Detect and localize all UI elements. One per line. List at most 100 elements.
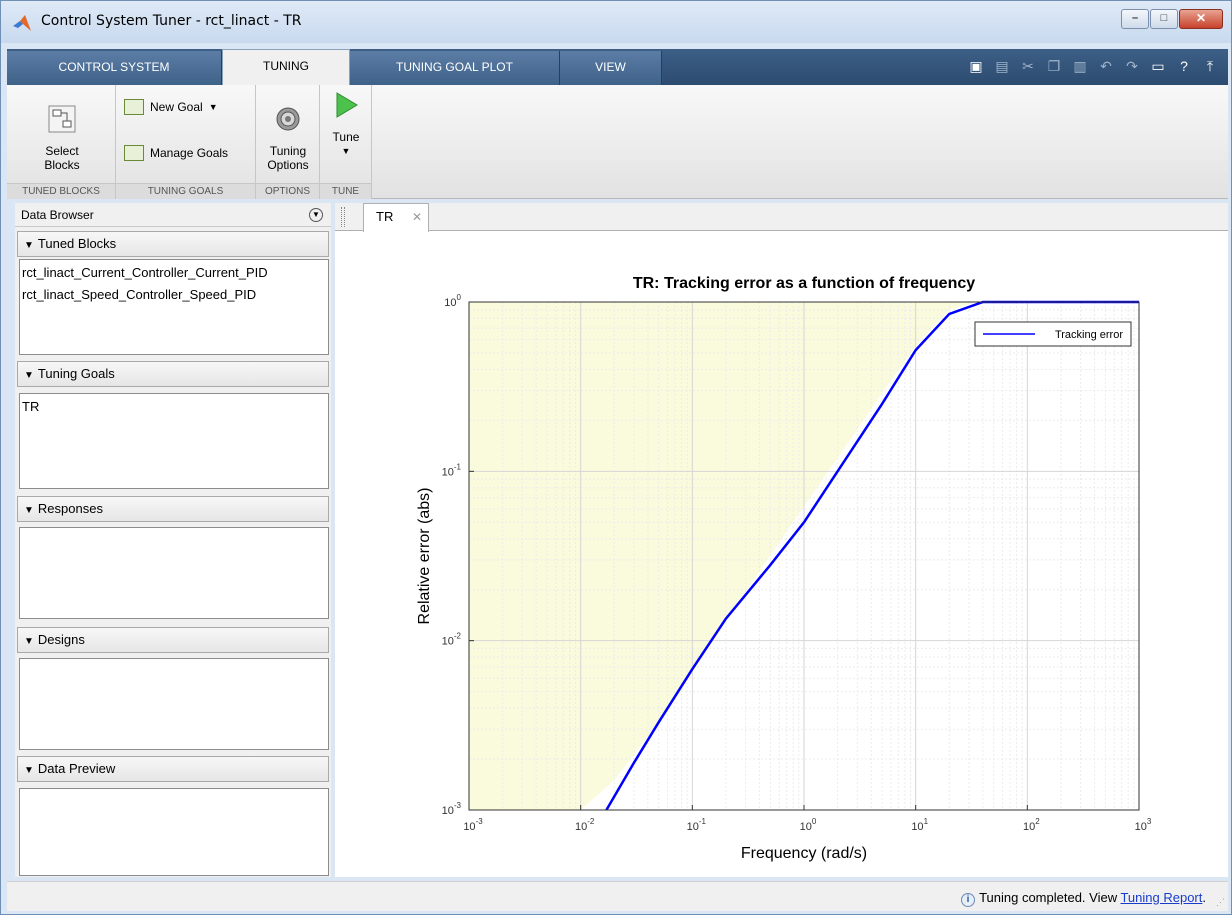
legend-label: Tracking error — [1055, 329, 1123, 341]
new-goal-label: New Goal — [150, 100, 203, 114]
panel-menu-icon[interactable]: ▼ — [309, 208, 323, 222]
close-button[interactable]: ✕ — [1179, 9, 1223, 29]
paste-button[interactable]: ▥ — [1070, 55, 1090, 77]
matlab-logo-icon — [13, 15, 31, 31]
info-icon: i — [961, 893, 976, 907]
new-goal-button[interactable]: New Goal ▼ — [124, 95, 218, 119]
tune-section-label: TUNE — [320, 183, 371, 199]
collapse-icon: ⤒ — [1206, 58, 1214, 74]
drag-grip-icon[interactable] — [341, 207, 345, 227]
window-title: Control System Tuner - rct_linact - TR — [41, 13, 302, 29]
minimize-button[interactable]: – — [1121, 9, 1149, 29]
redo-icon: ↷ — [1126, 58, 1138, 74]
ribbon-section-tuned-blocks: Select Blocks TUNED BLOCKS — [7, 85, 116, 199]
tune-button[interactable]: Tune ▼ — [324, 91, 368, 158]
tuning-goals-header[interactable]: ▼ Tuning Goals — [17, 361, 329, 387]
x-tick-label: 10-2 — [575, 817, 595, 833]
x-tick-label: 103 — [1135, 817, 1152, 833]
gear-icon — [276, 107, 300, 131]
expand-triangle-icon: ▼ — [24, 370, 34, 381]
designs-header[interactable]: ▼ Designs — [17, 627, 329, 653]
close-tab-icon[interactable]: ✕ — [412, 204, 422, 230]
ribbon-section-tuning-goals: New Goal ▼ Manage Goals TUNING GOALS — [116, 85, 256, 199]
responses-label: Responses — [37, 501, 103, 516]
select-blocks-icon — [48, 105, 76, 133]
close-icon: ✕ — [1195, 11, 1207, 25]
window-layout-button[interactable]: ▭ — [1148, 55, 1168, 77]
data-browser-title: Data Browser — [21, 208, 94, 222]
quick-access-toolbar: ▣ ▤ ✂ ❐ ▥ ↶ ↷ ▭ ? ⤒ — [966, 55, 1220, 77]
data-preview-label: Data Preview — [37, 761, 116, 776]
responses-header[interactable]: ▼ Responses — [17, 496, 329, 522]
expand-triangle-icon: ▼ — [24, 765, 34, 776]
y-tick-label: 100 — [444, 293, 461, 309]
y-tick-label: 10-2 — [442, 632, 462, 648]
y-tick-label: 10-3 — [442, 801, 462, 817]
tune-label: Tune — [332, 130, 360, 144]
tuned-blocks-header[interactable]: ▼ Tuned Blocks — [17, 231, 329, 257]
redo-button[interactable]: ↷ — [1122, 55, 1142, 77]
tuning-goals-label: Tuning Goals — [37, 366, 115, 381]
list-item[interactable]: rct_linact_Current_Controller_Current_PI… — [22, 262, 326, 284]
tuning-options-button[interactable]: Tuning Options — [260, 91, 316, 172]
new-session-icon: ▣ — [969, 58, 983, 74]
tuned-blocks-label: Tuned Blocks — [37, 236, 117, 251]
expand-triangle-icon: ▼ — [24, 505, 34, 516]
data-browser-panel: Data Browser ▼ ▼ Tuned Blocks rct_linact_… — [15, 203, 331, 877]
new-session-button[interactable]: ▣ — [966, 55, 986, 77]
designs-label: Designs — [37, 632, 85, 647]
ribbon: Select Blocks TUNED BLOCKS New Goal ▼ Ma… — [7, 85, 1228, 199]
maximize-button[interactable]: □ — [1150, 9, 1178, 29]
undo-icon: ↶ — [1100, 58, 1112, 74]
manage-goals-label: Manage Goals — [150, 146, 229, 160]
document-tab-strip: TR ✕ — [335, 203, 1228, 232]
tab-view[interactable]: VIEW — [560, 51, 662, 85]
new-goal-icon — [124, 99, 144, 115]
collapse-ribbon-button[interactable]: ⤒ — [1200, 55, 1220, 77]
chart-title: TR: Tracking error as a function of freq… — [633, 275, 975, 292]
tab-tuning-goal-plot[interactable]: TUNING GOAL PLOT — [350, 51, 560, 85]
expand-triangle-icon: ▼ — [24, 240, 34, 251]
tune-dropdown-icon: ▼ — [341, 146, 351, 156]
save-button[interactable]: ▤ — [992, 55, 1012, 77]
designs-list — [19, 658, 329, 750]
status-message: i Tuning completed. View Tuning Report. — [961, 890, 1206, 907]
x-tick-label: 10-1 — [687, 817, 707, 833]
responses-list — [19, 527, 329, 619]
data-preview-header[interactable]: ▼ Data Preview — [17, 756, 329, 782]
save-icon: ▤ — [995, 58, 1009, 74]
select-blocks-button[interactable]: Select Blocks — [17, 91, 107, 172]
select-blocks-label: Select Blocks — [44, 144, 80, 172]
y-axis-label: Relative error (abs) — [416, 488, 433, 625]
ribbon-section-options: Tuning Options OPTIONS — [256, 85, 320, 199]
tab-control-system[interactable]: CONTROL SYSTEM — [7, 51, 222, 85]
tuning-report-link[interactable]: Tuning Report — [1120, 890, 1202, 905]
cut-button[interactable]: ✂ — [1018, 55, 1038, 77]
list-item[interactable]: rct_linact_Speed_Controller_Speed_PID — [22, 284, 326, 306]
maximize-icon: □ — [1160, 12, 1168, 24]
paste-icon: ▥ — [1073, 58, 1087, 74]
x-tick-label: 102 — [1023, 817, 1040, 833]
x-tick-label: 10-3 — [463, 817, 483, 833]
help-icon: ? — [1180, 58, 1188, 74]
undo-button[interactable]: ↶ — [1096, 55, 1116, 77]
tab-tuning[interactable]: TUNING — [222, 49, 350, 85]
data-browser-header: Data Browser ▼ — [15, 203, 331, 227]
resize-grip-icon[interactable]: ⋰ — [1216, 897, 1225, 908]
manage-goals-button[interactable]: Manage Goals — [124, 141, 228, 165]
app-window: Control System Tuner - rct_linact - TR –… — [0, 0, 1232, 915]
copy-icon: ❐ — [1047, 58, 1061, 74]
list-item[interactable]: TR — [22, 396, 326, 418]
window-layout-icon: ▭ — [1151, 58, 1165, 74]
ribbon-section-tune: Tune ▼ TUNE — [320, 85, 372, 199]
tuning-goals-list: TR — [19, 393, 329, 489]
data-preview-area — [19, 788, 329, 876]
tuning-goal-plot[interactable]: 10-3 10-2 10-1 100 101 102 103 10-3 10-2 10-1 100 T… — [335, 231, 1228, 871]
y-tick-label: 10-1 — [442, 462, 462, 478]
x-tick-label: 100 — [800, 817, 817, 833]
help-button[interactable]: ? — [1174, 55, 1194, 77]
document-tab-tr[interactable]: TR ✕ — [363, 203, 429, 232]
copy-button[interactable]: ❐ — [1044, 55, 1064, 77]
title-bar: Control System Tuner - rct_linact - TR –… — [1, 1, 1231, 43]
tuning-options-label: Tuning Options — [267, 144, 309, 172]
